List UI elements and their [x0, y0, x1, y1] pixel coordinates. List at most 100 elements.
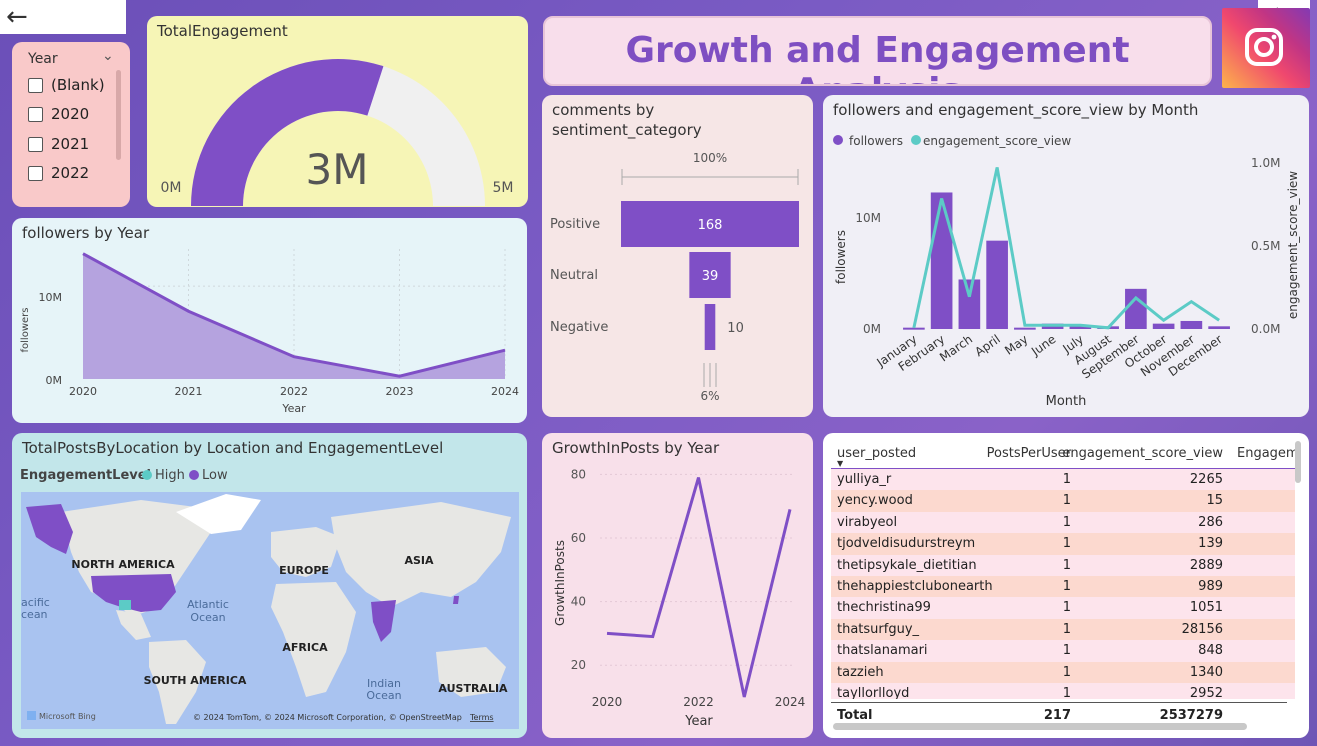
cell-posts: 1 — [1062, 621, 1071, 637]
total-engagement: 2537279 — [1159, 708, 1223, 723]
y-tick-label: 0M — [863, 322, 881, 336]
cell-user: yency.wood — [837, 493, 913, 509]
y-axis-label: followers — [20, 308, 31, 353]
legend-engagement-marker — [911, 135, 921, 145]
followers-bar[interactable] — [1208, 326, 1230, 329]
slicer-item-label: 2022 — [51, 164, 90, 182]
cell-user: thatslanamari — [837, 643, 928, 659]
cell-user: virabyeol — [837, 514, 898, 530]
table-row[interactable]: yulliya_r 1 2265 — [831, 469, 1295, 491]
map-label: ASIA — [404, 554, 434, 567]
growth-in-posts-chart: GrowthInPosts by Year GrowthInPosts Year… — [542, 433, 813, 738]
x-tick-label: 2022 — [683, 695, 714, 709]
x-axis-label: Year — [281, 402, 306, 415]
slicer-header: Year — [28, 51, 58, 67]
map-credits: © 2024 TomTom, © 2024 Microsoft Corporat… — [193, 713, 462, 722]
map-label: EUROPE — [279, 564, 329, 577]
funnel-top-percent: 100% — [693, 151, 727, 165]
table-row[interactable]: yency.wood 1 15 — [831, 490, 1295, 512]
y-tick-label: 10M — [39, 291, 63, 304]
y-tick-label: 20 — [571, 658, 586, 672]
chart-title: TotalPostsByLocation by Location and Eng… — [22, 439, 444, 457]
map-legend-title: EngagementLevel — [20, 468, 152, 483]
gauge-min-label: 0M — [161, 180, 182, 196]
followers-engagement-by-month-chart: followers and engagement_score_view by M… — [823, 95, 1309, 417]
table-row[interactable]: tayllorlloyd 1 2952 — [831, 683, 1295, 699]
column-header-user[interactable]: user_posted — [837, 446, 916, 461]
checkbox[interactable] — [28, 77, 43, 93]
followers-bar[interactable] — [1152, 323, 1175, 329]
funnel-category-label: Neutral — [550, 268, 598, 283]
map-terms-link[interactable]: Terms — [469, 713, 494, 722]
cell-engagement: 139 — [1198, 536, 1223, 552]
arrow-left-icon: ← — [6, 2, 28, 32]
followers-bar[interactable] — [903, 327, 925, 330]
cell-posts: 1 — [1062, 514, 1071, 530]
back-button[interactable]: ← — [0, 0, 126, 34]
area-fill — [83, 253, 505, 379]
location-engagement-map: TotalPostsByLocation by Location and Eng… — [12, 433, 527, 738]
followers-bar[interactable] — [1125, 288, 1147, 329]
followers-bar[interactable] — [1180, 320, 1203, 329]
cell-posts: 1 — [1062, 472, 1071, 487]
cell-user: tjodveldisudurstreym — [837, 536, 976, 552]
cell-engagement: 2889 — [1189, 557, 1223, 573]
total-engagement-gauge: TotalEngagement 3M 0M 5M — [147, 16, 528, 207]
table-row[interactable]: virabyeol 1 286 — [831, 511, 1295, 534]
x-tick-label: March — [937, 332, 975, 364]
slicer-item[interactable]: (Blank) — [28, 76, 105, 94]
instagram-icon — [1222, 8, 1310, 88]
map-label: Ocean — [366, 689, 401, 702]
chevron-down-icon[interactable]: ⌄ — [102, 48, 114, 64]
world-map[interactable]: NORTH AMERICA EUROPE ASIA AFRICA SOUTH A… — [21, 492, 519, 729]
table-row[interactable]: tjodveldisudurstreym 1 139 — [831, 533, 1295, 555]
y-tick-label: 0M — [46, 374, 63, 387]
table-row[interactable]: thehappiestclubonearth 1 989 — [831, 576, 1295, 598]
map-label: Ocean — [190, 611, 225, 624]
map-label: AUSTRALIA — [438, 682, 508, 695]
table-row[interactable]: thetipsykale_dietitian 1 2889 — [831, 554, 1295, 576]
funnel-bar[interactable] — [704, 304, 716, 350]
checkbox[interactable] — [28, 165, 43, 181]
column-header-engagement-level[interactable]: Engagem — [1237, 446, 1295, 461]
slicer-item[interactable]: 2021 — [28, 135, 89, 153]
vertical-scrollbar[interactable] — [1295, 441, 1301, 483]
horizontal-scrollbar[interactable] — [833, 723, 1247, 730]
y2-tick-label: 0.0M — [1251, 322, 1280, 336]
map-label: NORTH AMERICA — [71, 558, 175, 571]
slicer-item-label: (Blank) — [51, 76, 105, 94]
cell-engagement: 2952 — [1189, 686, 1223, 699]
column-header-posts[interactable]: PostsPerUser — [987, 446, 1071, 461]
bing-attribution: Microsoft Bing — [39, 712, 96, 721]
slicer-item[interactable]: 2022 — [28, 164, 89, 182]
map-label: SOUTH AMERICA — [144, 674, 247, 687]
x-tick-label: April — [972, 332, 1003, 359]
slicer-item-label: 2020 — [51, 105, 90, 123]
legend-low-label: Low — [202, 468, 228, 483]
map-label: Atlantic — [187, 598, 229, 611]
followers-bar[interactable] — [930, 192, 953, 329]
column-header-engagement[interactable]: engagement_score_view — [1062, 446, 1223, 461]
sort-descending-icon[interactable]: ▼ — [837, 459, 843, 468]
followers-bar[interactable] — [1014, 327, 1036, 330]
slicer-scrollbar[interactable] — [116, 70, 121, 160]
total-posts: 217 — [1043, 708, 1071, 723]
comments-by-sentiment-funnel: comments by sentiment_category 100% 6% P… — [542, 95, 813, 417]
table-row[interactable]: thatslanamari 1 848 — [831, 640, 1295, 662]
year-slicer: Year ⌄ (Blank) 2020 2021 2022 — [12, 42, 130, 207]
map-label: AFRICA — [282, 641, 328, 654]
data-table: user_posted PostsPerUser engagement_scor… — [831, 441, 1295, 699]
checkbox[interactable] — [28, 136, 43, 152]
followers-bar[interactable] — [986, 240, 1008, 329]
funnel-data-label: 10 — [727, 321, 744, 336]
slicer-item-label: 2021 — [51, 135, 90, 153]
legend-followers-marker — [833, 135, 843, 145]
table-row[interactable]: tazzieh 1 1340 — [831, 661, 1295, 683]
table-row[interactable]: thatsurfguy_ 1 28156 — [831, 618, 1295, 641]
followers-bar[interactable] — [958, 279, 981, 329]
user-posts-table: user_posted PostsPerUser engagement_scor… — [823, 433, 1309, 738]
checkbox[interactable] — [28, 106, 43, 122]
slicer-item[interactable]: 2020 — [28, 105, 89, 123]
table-row[interactable]: thechristina99 1 1051 — [831, 597, 1295, 619]
y-axis-label: followers — [834, 230, 848, 284]
